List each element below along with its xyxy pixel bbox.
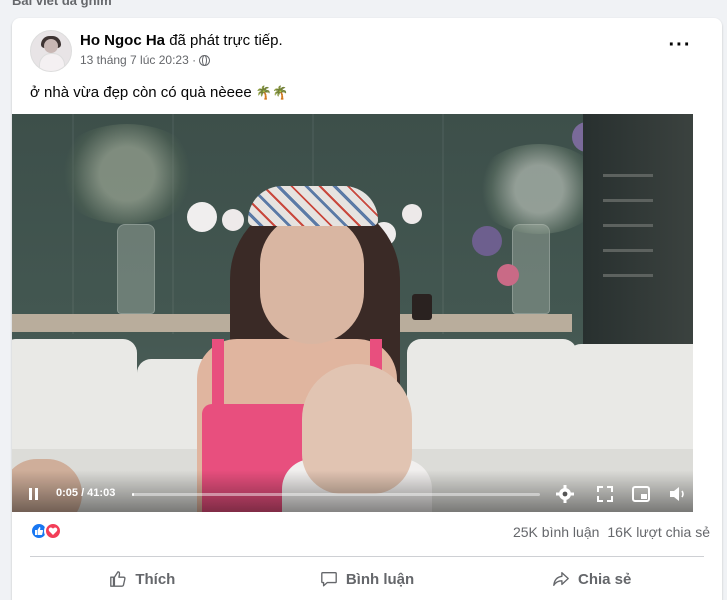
thumbs-up-icon xyxy=(110,571,126,587)
post-action-text: đã phát trực tiếp. xyxy=(169,32,283,49)
comment-label: Bình luận xyxy=(345,570,415,588)
comment-button[interactable]: Bình luận xyxy=(255,562,480,596)
more-options-icon[interactable]: ··· xyxy=(662,35,698,64)
video-controls: 0:05 / 41:03 xyxy=(12,470,693,512)
post-header: Ho Ngoc Ha đã phát trực tiếp. 13 tháng 7… xyxy=(30,30,710,74)
settings-icon[interactable] xyxy=(555,484,575,504)
pinned-post-label: Bài viết đã ghim xyxy=(12,0,112,8)
share-button[interactable]: Chia sẻ xyxy=(479,562,704,596)
caption-text: ở nhà vừa đẹp còn có quà nèeee xyxy=(30,84,252,101)
like-button[interactable]: Thích xyxy=(30,562,255,596)
divider xyxy=(30,556,704,557)
timestamp[interactable]: 13 tháng 7 lúc 20:23 · xyxy=(80,53,196,67)
globe-icon xyxy=(199,54,211,66)
post-stats: 25K bình luận 16K lượt chia sẻ xyxy=(30,522,710,546)
post-caption: ở nhà vừa đẹp còn có quà nèeee 🌴🌴 xyxy=(30,84,288,101)
miniplayer-icon[interactable] xyxy=(631,484,651,504)
fullscreen-icon[interactable] xyxy=(595,484,615,504)
avatar[interactable] xyxy=(30,30,72,72)
video-player[interactable]: 0:05 / 41:03 xyxy=(12,114,693,512)
stats-right: 25K bình luận 16K lượt chia sẻ xyxy=(513,524,710,540)
progress-bar[interactable] xyxy=(132,493,540,496)
comment-icon xyxy=(320,572,337,587)
comment-count[interactable]: 25K bình luận xyxy=(513,524,599,540)
person-face xyxy=(260,214,364,344)
video-time: 0:05 / 41:03 xyxy=(56,487,116,499)
post-meta: 13 tháng 7 lúc 20:23 · xyxy=(80,53,211,67)
share-count[interactable]: 16K lượt chia sẻ xyxy=(607,524,710,540)
pause-icon[interactable] xyxy=(28,488,40,500)
palm-tree-emoji: 🌴🌴 xyxy=(255,85,289,100)
video-frame xyxy=(12,114,693,512)
reactions-summary[interactable] xyxy=(30,522,62,540)
headband xyxy=(248,186,378,226)
volume-icon[interactable] xyxy=(667,484,687,504)
love-reaction-icon xyxy=(44,522,62,540)
author-name[interactable]: Ho Ngoc Ha xyxy=(80,32,165,49)
share-icon xyxy=(553,572,569,586)
post-card: Ho Ngoc Ha đã phát trực tiếp. 13 tháng 7… xyxy=(12,18,722,600)
share-label: Chia sẻ xyxy=(578,570,632,588)
author-line: Ho Ngoc Ha đã phát trực tiếp. xyxy=(80,32,283,49)
like-label: Thích xyxy=(135,570,176,588)
post-actions: Thích Bình luận Chia sẻ xyxy=(30,562,704,596)
